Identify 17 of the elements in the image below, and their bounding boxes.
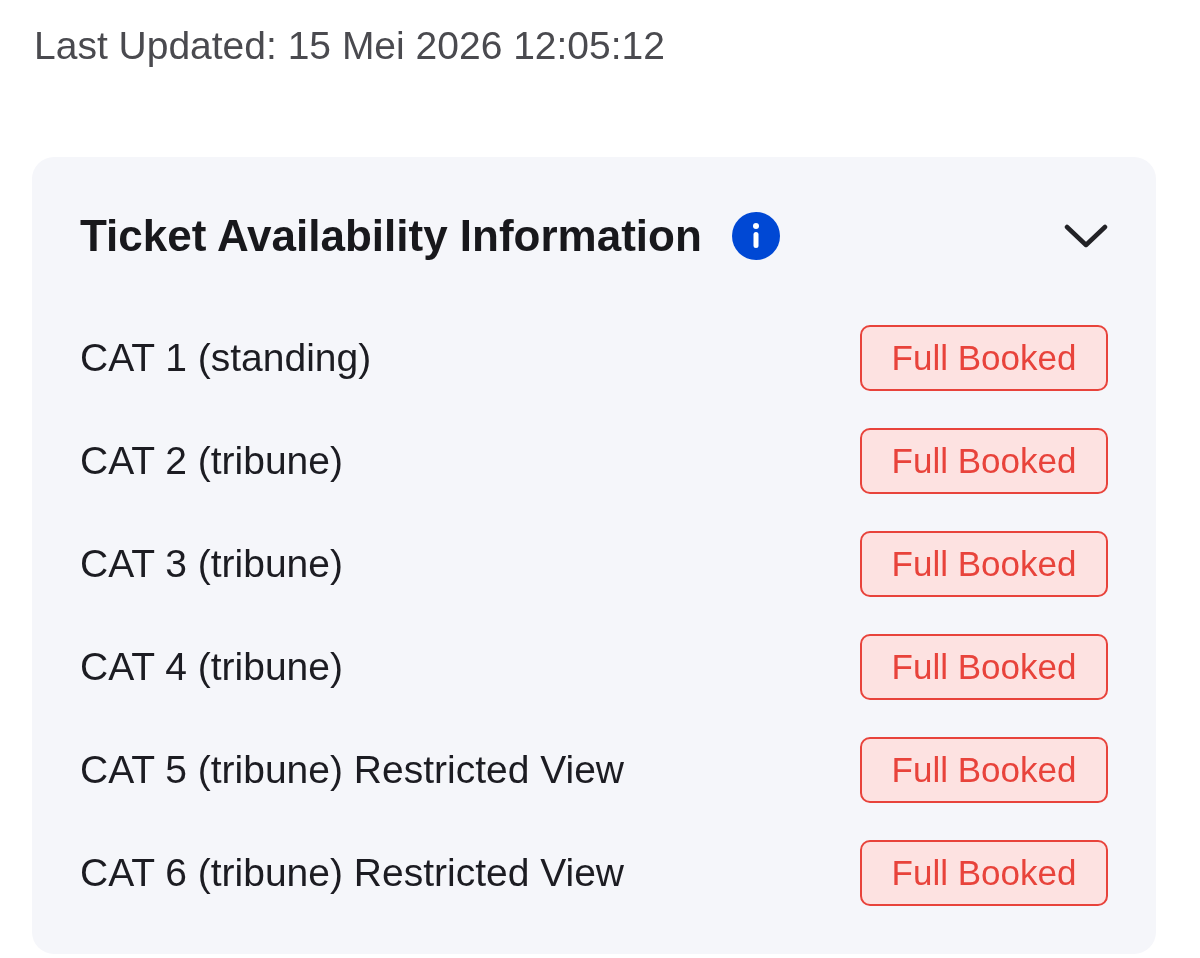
category-name: CAT 5 (tribune) Restricted View [80,747,625,793]
status-badge: Full Booked [860,840,1108,906]
category-name: CAT 3 (tribune) [80,541,343,587]
category-name: CAT 1 (standing) [80,335,372,381]
status-badge: Full Booked [860,325,1108,391]
panel-title: Ticket Availability Information [80,211,702,261]
status-badge: Full Booked [860,737,1108,803]
status-badge: Full Booked [860,531,1108,597]
category-name: CAT 4 (tribune) [80,644,343,690]
category-name: CAT 6 (tribune) Restricted View [80,850,625,896]
collapse-toggle-button[interactable] [1064,223,1108,249]
status-badge: Full Booked [860,634,1108,700]
category-name: CAT 2 (tribune) [80,438,343,484]
info-icon[interactable] [731,212,780,260]
last-updated-text: Last Updated: 15 Mei 2026 12:05:12 [34,23,665,69]
status-badge: Full Booked [860,428,1108,494]
chevron-icon [1064,223,1108,249]
